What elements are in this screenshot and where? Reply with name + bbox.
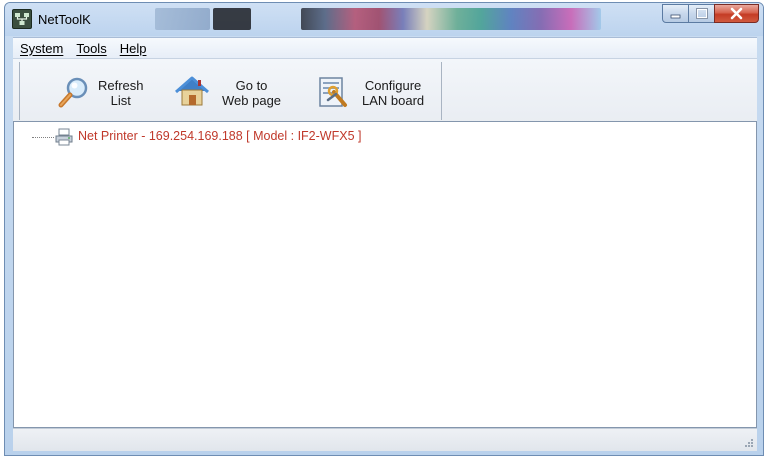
tree-connector-line [32,137,54,138]
tree-item-net-printer[interactable]: Net Printer - 169.254.169.188 [ Model : … [78,129,361,143]
maximize-button[interactable] [688,4,715,23]
configure-lan-board-button[interactable]: Configure LAN board [300,62,440,120]
minimize-button[interactable] [662,4,689,23]
close-button[interactable] [714,4,759,23]
resize-grip-icon[interactable] [744,438,754,448]
go-to-web-page-button[interactable]: Go to Web page [160,62,300,120]
magnifier-icon [58,77,88,108]
status-bar [13,428,757,451]
configure-lan-board-label: Configure LAN board [362,78,425,108]
menu-system[interactable]: System [13,41,69,56]
window-title: NetToolK [38,12,91,27]
toolbar: Refresh List Go to Web page Configure LA… [13,58,757,124]
menu-help[interactable]: Help [113,41,153,56]
refresh-list-label: Refresh List [98,78,144,108]
device-tree[interactable]: Net Printer - 169.254.169.188 [ Model : … [13,121,757,428]
caption-buttons [662,4,759,23]
app-window: NetToolK System Tools Help Refresh List … [4,2,764,456]
refresh-list-button[interactable]: Refresh List [20,62,160,120]
background-blur [213,8,251,30]
toolbar-group: Refresh List Go to Web page Configure LA… [19,62,442,120]
home-icon [175,76,209,106]
menu-bar: System Tools Help [13,37,757,58]
menu-tools[interactable]: Tools [69,41,112,56]
printer-icon [55,128,73,146]
title-bar[interactable]: NetToolK [5,3,763,36]
configure-icon [319,77,347,107]
background-blur [301,8,601,30]
app-network-icon [12,9,32,29]
go-to-web-page-label: Go to Web page [222,78,282,108]
background-blur [155,8,210,30]
